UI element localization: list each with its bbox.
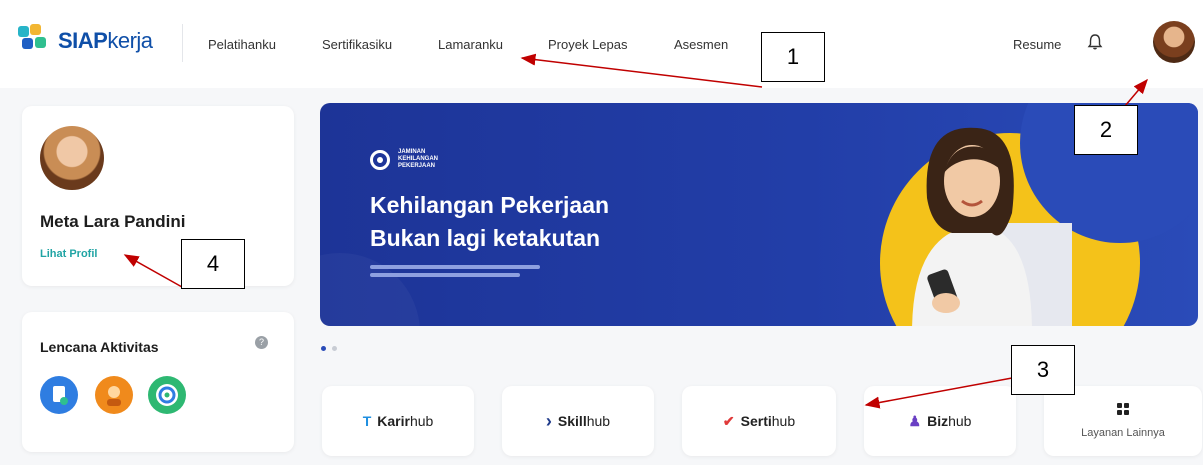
nav-proyek-lepas[interactable]: Proyek Lepas: [548, 37, 674, 52]
main-nav: Pelatihanku Sertifikasiku Lamaranku Proy…: [208, 37, 728, 52]
nav-pelatihanku[interactable]: Pelatihanku: [208, 37, 322, 52]
more-services-button[interactable]: Layanan Lainnya: [1044, 386, 1202, 456]
badges-title: Lencana Aktivitas: [40, 339, 159, 355]
annotation-1: 1: [761, 32, 825, 82]
jkp-logo: JAMINAN KEHILANGAN PEKERJAAN: [370, 149, 458, 170]
annotation-2: 2: [1074, 105, 1138, 155]
profile-avatar: [40, 126, 104, 190]
profile-name: Meta Lara Pandini: [40, 212, 186, 231]
siapkerja-logo[interactable]: SIAPkerja: [18, 24, 153, 58]
skillhub-icon: ›: [545, 410, 552, 431]
annotation-4: 4: [181, 239, 245, 289]
logo-mark-icon: [18, 24, 52, 58]
profile-card: Meta Lara Pandini Lihat Profil: [22, 106, 294, 286]
karirhub-icon: T: [362, 413, 372, 429]
banner-person-illustration: [912, 127, 1072, 326]
top-navbar: SIAPkerja Pelatihanku Sertifikasiku Lama…: [0, 0, 1203, 88]
carousel-dot-1[interactable]: [321, 346, 326, 351]
banner-fine-print: [370, 265, 570, 277]
service-skillhub[interactable]: › Skillhub: [502, 386, 654, 456]
badge-3[interactable]: [148, 376, 186, 414]
grid-icon: [1117, 403, 1129, 415]
activity-badges-card: Lencana Aktivitas ?: [22, 312, 294, 452]
carousel-dot-2[interactable]: [332, 346, 337, 351]
bell-icon[interactable]: [1087, 33, 1103, 51]
jkp-logo-text: JAMINAN KEHILANGAN PEKERJAAN: [398, 149, 438, 169]
skillhub-label: Skillhub: [557, 413, 611, 429]
more-services-label: Layanan Lainnya: [1081, 427, 1165, 439]
user-avatar[interactable]: [1153, 21, 1195, 63]
nav-sertifikasiku[interactable]: Sertifikasiku: [322, 37, 438, 52]
logo-text: SIAPkerja: [58, 28, 153, 53]
banner-headline: Kehilangan Pekerjaan Bukan lagi ketakuta…: [370, 192, 610, 251]
bizhub-label: Bizhub: [927, 413, 972, 429]
bizhub-icon: ♟: [908, 412, 922, 429]
badge-1[interactable]: [40, 376, 78, 414]
service-karirhub[interactable]: T Karirhub: [322, 386, 474, 456]
karirhub-label: Karirhub: [377, 413, 434, 429]
service-sertihub[interactable]: ✔ Sertihub: [682, 386, 836, 456]
carousel-dots[interactable]: [321, 346, 337, 351]
nav-asesmen[interactable]: Asesmen: [674, 37, 728, 52]
header-divider: [182, 24, 183, 62]
resume-link[interactable]: Resume: [1013, 37, 1061, 52]
annotation-3: 3: [1011, 345, 1075, 395]
service-bizhub[interactable]: ♟ Bizhub: [864, 386, 1016, 456]
banner-decoration: [320, 253, 420, 326]
view-profile-link[interactable]: Lihat Profil: [40, 248, 97, 260]
jkp-logo-icon: [370, 149, 390, 170]
promo-banner[interactable]: JAMINAN KEHILANGAN PEKERJAAN Kehilangan …: [320, 103, 1198, 326]
badge-2[interactable]: [95, 376, 133, 414]
help-icon[interactable]: ?: [255, 336, 268, 349]
sertihub-label: Sertihub: [740, 413, 796, 429]
nav-lamaranku[interactable]: Lamaranku: [438, 37, 548, 52]
sertihub-icon: ✔: [722, 412, 735, 429]
